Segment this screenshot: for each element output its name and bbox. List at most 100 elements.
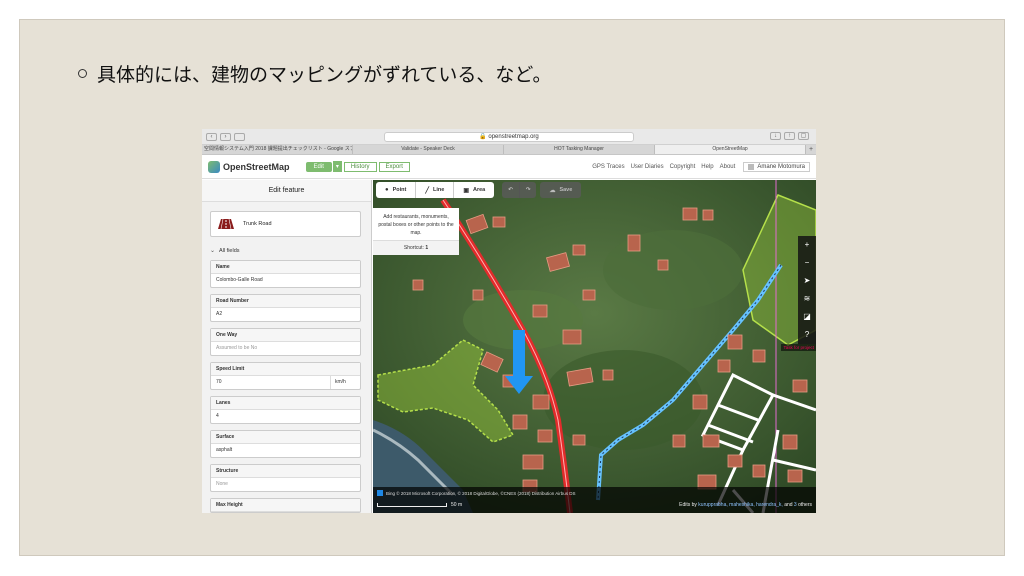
tool-label: Point [392,187,407,193]
field-label: Speed Limit [211,363,360,376]
download-icon[interactable]: ↓ [770,132,781,140]
pin-icon: ● [385,187,389,193]
nav-help[interactable]: Help [701,164,713,170]
address-bar[interactable]: 🔒 openstreetmap.org [384,132,634,142]
unit-select[interactable]: km/h [330,376,360,389]
nav-gps-traces[interactable]: GPS Traces [592,164,624,170]
bing-logo-icon [377,490,383,496]
url-text: openstreetmap.org [488,134,539,140]
edit-button[interactable]: Edit [305,161,332,172]
tab-spreadsheet[interactable]: 空間情報システム入門 2018 課題提出チェックリスト - Google スプ [202,145,353,154]
tool-label: Save [559,187,573,193]
redo-button[interactable]: ↷ [519,182,537,198]
field-placeholder: None [216,481,228,487]
tab-tasking-manager[interactable]: HOT Tasking Manager [504,145,655,154]
tooltip-text: Add restaurants, monuments, postal boxes… [378,214,454,236]
geolocate-button[interactable]: ➤ [798,272,816,290]
nav-copyright[interactable]: Copyright [670,164,696,170]
tab-speaker-deck[interactable]: Validate - Speaker Deck [353,145,504,154]
edits-by: Edits by kurupprabha, maheshika, harendr… [679,502,812,508]
history-button[interactable]: History [343,161,377,172]
edits-count[interactable]: 3 [794,502,797,508]
field-label: Lanes [211,397,360,410]
zoom-in-button[interactable]: + [798,236,816,254]
map-footer: Bing © 2018 Microsoft Corporation, © 201… [373,487,816,513]
field-label: Structure [211,465,360,478]
undo-button[interactable]: ↶ [502,182,520,198]
shortcut-label: Shortcut: [403,245,424,251]
back-icon[interactable]: ‹ [206,132,217,141]
editor-sidebar: Edit feature Trunk Road ⌄ All fields Nam… [202,180,372,513]
browser-toolbar: ‹ › 🔒 openstreetmap.org ↓ ↑ ▢ [202,129,816,145]
preset-label: Trunk Road [243,221,272,227]
edits-users[interactable]: kurupprabha, maheshika, harendra_k, [698,502,783,508]
field-value: Colombo-Galle Road [216,277,263,283]
tabs-icon[interactable]: ▢ [798,132,809,140]
osm-logo-icon[interactable] [208,160,220,173]
osm-header: OpenStreetMap Edit ▾ History Export GPS … [202,155,816,179]
map-data-button[interactable]: ◪ [798,308,816,326]
export-button[interactable]: Export [378,161,410,172]
user-menu[interactable]: Amane Motomura [743,161,810,172]
browser-tabs: 空間情報システム入門 2018 課題提出チェックリスト - Google スプ … [202,145,816,155]
tooltip-shortcut: Shortcut: 1 [373,240,459,255]
tool-label: Line [433,187,445,193]
structure-input[interactable]: None [211,478,360,491]
area-icon: ▣ [463,187,469,194]
field-value: 4 [216,413,219,419]
add-point-button[interactable]: ● Point [376,182,417,198]
name-input[interactable]: Colombo-Galle Road [211,274,360,287]
bullet-circle-icon [78,69,87,78]
speed-limit-input[interactable]: 70 km/h [211,376,360,389]
nav-about[interactable]: About [720,164,736,170]
lanes-input[interactable]: 4 [211,410,360,423]
new-tab-icon[interactable]: + [806,145,816,154]
edit-dropdown-button[interactable]: ▾ [332,161,342,172]
road-number-input[interactable]: A2 [211,308,360,321]
sidebar-toggle-icon[interactable] [234,132,245,141]
attribution-text: Bing © 2018 Microsoft Corporation, © 201… [386,490,576,496]
edits-prefix: Edits by [679,502,697,508]
help-button[interactable]: ? [798,326,816,344]
edits-and: and [784,502,793,508]
chevron-down-icon: ⌄ [210,248,216,254]
shortcut-key: 1 [425,245,429,251]
browser-screenshot: ‹ › 🔒 openstreetmap.org ↓ ↑ ▢ 空間情報システム入門… [202,129,816,513]
field-label: Name [211,261,360,274]
one-way-input[interactable]: Assumed to be No [211,342,360,355]
zoom-out-button[interactable]: − [798,254,816,272]
all-fields-toggle[interactable]: ⌄ All fields [210,247,371,255]
point-tooltip: Add restaurants, monuments, postal boxes… [373,208,459,255]
undo-icon: ↶ [508,187,513,193]
field-value: 70 [216,379,222,385]
surface-input[interactable]: asphalt [211,444,360,457]
field-label: Road Number [211,295,360,308]
bullet-line: 具体的には、建物のマッピングがずれている、など。 [78,60,551,87]
add-area-button[interactable]: ▣ Area [454,182,495,198]
preset-button[interactable]: Trunk Road [210,211,361,237]
attribution: Bing © 2018 Microsoft Corporation, © 201… [377,490,576,496]
save-button[interactable]: ☁ Save [540,182,582,198]
field-lanes: Lanes 4 [210,396,361,424]
edits-suffix: others [798,502,812,508]
trunk-road-icon [218,218,234,230]
nav-user-diaries[interactable]: User Diaries [631,164,664,170]
map-toolbar: ● Point ╱ Line ▣ Area ↶ ↷ ☁ Save [376,182,582,198]
lock-icon: 🔒 [479,134,489,140]
field-structure: Structure None [210,464,361,492]
all-fields-label: All fields [219,247,240,254]
scale-bar[interactable]: 50 m [377,502,462,508]
field-one-way: One Way Assumed to be No [210,328,361,356]
brand-name[interactable]: OpenStreetMap [223,162,290,172]
tool-label: Area [472,187,486,193]
map-canvas[interactable]: ● Point ╱ Line ▣ Area ↶ ↷ ☁ Save Add restaur… [373,180,816,513]
forward-icon[interactable]: › [220,132,231,141]
layers-button[interactable]: ≋ [798,290,816,308]
tab-openstreetmap[interactable]: OpenStreetMap [655,145,806,154]
scale-label: 50 m [451,502,463,508]
user-name: Amane Motomura [757,163,805,170]
add-line-button[interactable]: ╱ Line [416,182,455,198]
share-icon[interactable]: ↑ [784,132,795,140]
field-road-number: Road Number A2 [210,294,361,322]
field-speed-limit: Speed Limit 70 km/h [210,362,361,390]
